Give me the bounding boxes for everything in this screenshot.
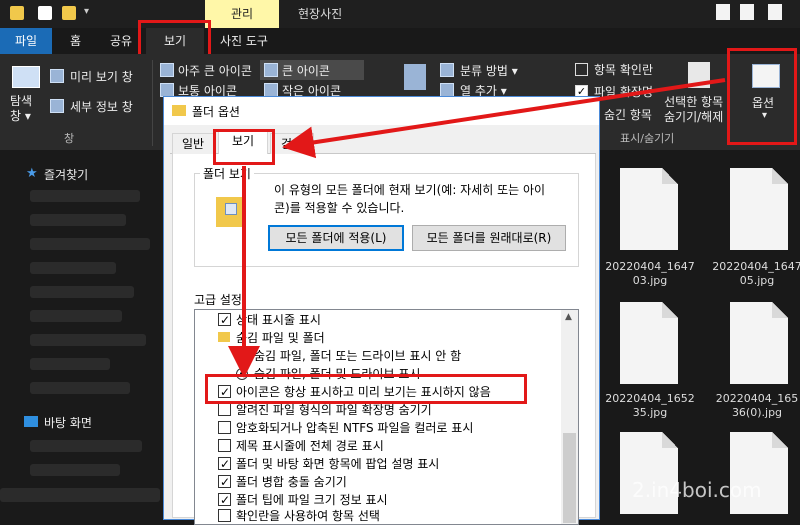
arrow-options-to-view-tab [282, 78, 726, 159]
annotation-arrows [228, 78, 726, 378]
